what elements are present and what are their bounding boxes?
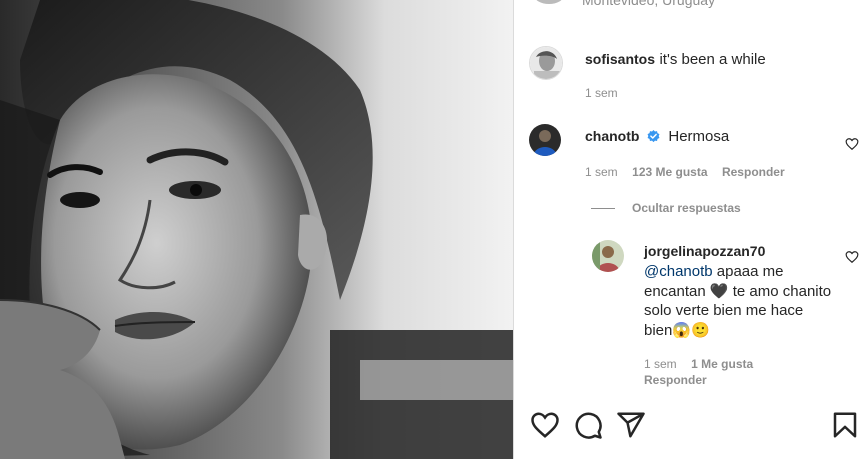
post-location[interactable]: Montevideo, Uruguay xyxy=(582,0,715,8)
paper-plane-icon[interactable] xyxy=(616,410,646,440)
owner-avatar[interactable] xyxy=(534,0,564,4)
reply-line: solo verte bien me hace xyxy=(644,302,804,319)
reply-text: @chanotb apaaa me encantan 🖤 te amo chan… xyxy=(644,262,844,340)
comments-panel: Montevideo, Uruguay sofisantos it's been… xyxy=(513,0,862,459)
comment-chanotb: chanotb Hermosa xyxy=(585,128,729,146)
heart-icon[interactable] xyxy=(530,410,560,440)
reply-line: bien😱🙂 xyxy=(644,321,710,339)
mention-link[interactable]: @chanotb xyxy=(644,263,713,280)
reply-button[interactable]: Responder xyxy=(644,373,707,387)
reply-username[interactable]: jorgelinapozzan70 xyxy=(644,243,765,259)
comment-sofisantos: sofisantos it's been a while xyxy=(585,51,766,69)
heart-icon[interactable] xyxy=(845,250,859,264)
comment-meta: 1 sem 123 Me gusta Responder xyxy=(585,163,785,181)
heart-icon[interactable] xyxy=(845,137,859,151)
reply-time[interactable]: 1 sem xyxy=(644,357,677,371)
post-photo xyxy=(0,0,513,459)
portrait-image xyxy=(0,0,513,459)
reply-like-count[interactable]: 1 Me gusta xyxy=(691,357,753,371)
jorgelinapozzan70-avatar[interactable] xyxy=(592,240,624,272)
sofisantos-avatar[interactable] xyxy=(529,46,563,80)
bookmark-icon[interactable] xyxy=(830,410,860,440)
chanotb-avatar[interactable] xyxy=(529,124,561,156)
comment-time[interactable]: 1 sem xyxy=(585,165,618,179)
reply-button[interactable]: Responder xyxy=(722,165,785,179)
post-actions xyxy=(514,410,862,450)
reply-line: encantan 🖤 te amo chanito xyxy=(644,282,832,300)
comment-text: Hermosa xyxy=(668,128,730,145)
comment-text: it's been a while xyxy=(659,51,766,68)
replies-divider xyxy=(591,208,615,209)
reply-line: apaaa me xyxy=(712,263,784,280)
comment-username[interactable]: sofisantos xyxy=(585,51,655,67)
hide-replies-button[interactable]: Ocultar respuestas xyxy=(632,201,741,215)
comment-username[interactable]: chanotb xyxy=(585,128,639,144)
comment-time[interactable]: 1 sem xyxy=(585,86,618,100)
like-count[interactable]: 123 Me gusta xyxy=(632,165,707,179)
comment-icon[interactable] xyxy=(573,410,603,440)
verified-badge-icon xyxy=(647,130,660,143)
reply-meta: 1 sem 1 Me gusta xyxy=(644,355,753,373)
